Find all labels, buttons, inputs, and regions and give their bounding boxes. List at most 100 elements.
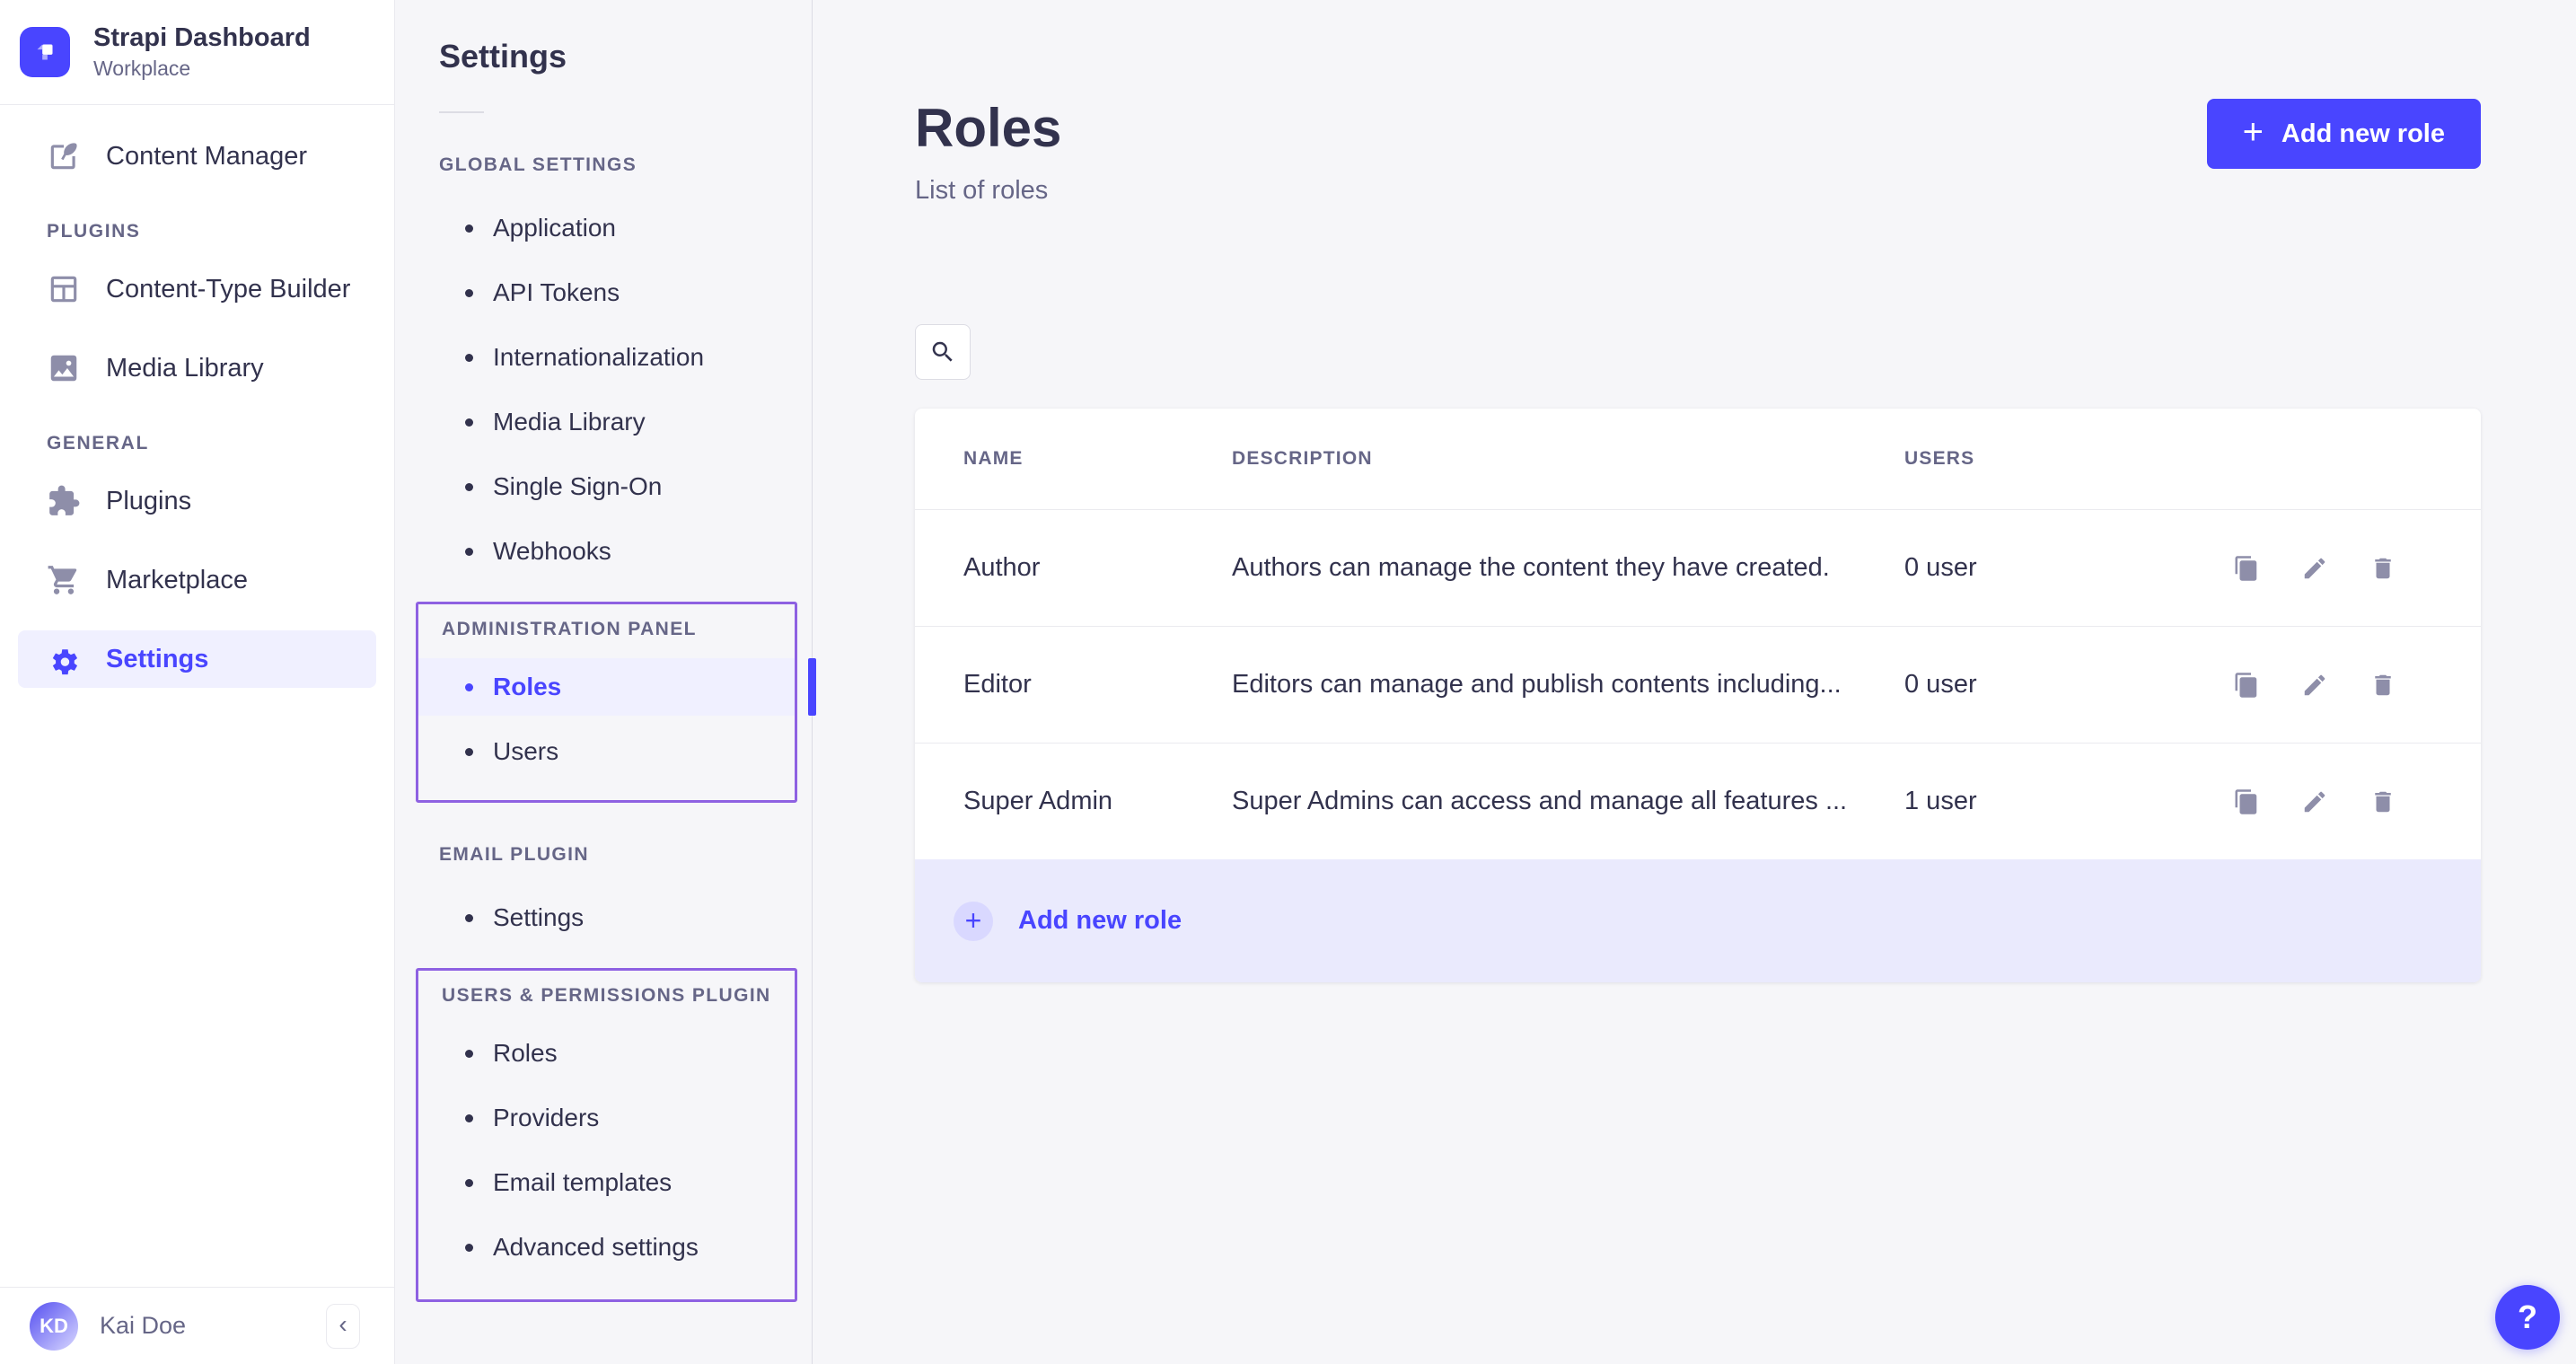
role-description: Authors can manage the content they have… [1232,553,1904,583]
content-manager-icon [47,139,81,173]
subnav-item-application[interactable]: Application [395,199,812,257]
subnav-item-label: Advanced settings [493,1233,699,1262]
subnav-item-label: Webhooks [493,537,611,566]
subnav-item-internationalization[interactable]: Internationalization [395,329,812,386]
edit-pencil-icon[interactable] [2301,555,2328,582]
subnav-item-webhooks[interactable]: Webhooks [395,523,812,580]
subnav-item-label: Internationalization [493,343,704,372]
page-title-block: Roles List of roles [915,99,1061,206]
subnav-item-media-library[interactable]: Media Library [395,393,812,451]
page-title: Roles [915,99,1061,158]
sidebar-item-media-library[interactable]: Media Library [18,339,376,397]
plus-icon: + [2243,114,2264,150]
sidebar-item-label: Content-Type Builder [106,275,350,304]
sidebar-item-content-manager[interactable]: Content Manager [18,128,376,185]
delete-trash-icon[interactable] [2369,672,2396,699]
role-name: Editor [963,670,1232,700]
strapi-logo-icon [20,27,70,77]
subnav-section-label: USERS & PERMISSIONS PLUGIN [442,985,795,1007]
subnav-item-label: Email templates [493,1168,672,1197]
main-content: Roles List of roles + Add new role NAME … [813,0,2576,1364]
bullet-icon [465,289,473,297]
duplicate-icon[interactable] [2233,555,2260,582]
subnav-section-email-plugin: EMAIL PLUGIN Settings [395,844,812,946]
users-permissions-highlight-box: USERS & PERMISSIONS PLUGIN Roles Provide… [416,968,797,1302]
role-users: 0 user [1904,553,2201,583]
user-row: KD Kai Doe ‹ [0,1287,394,1364]
bullet-icon [465,224,473,233]
subnav-item-label: Application [493,214,616,242]
sidebar-item-marketplace[interactable]: Marketplace [18,551,376,609]
delete-trash-icon[interactable] [2369,555,2396,582]
subnav-item-up-roles[interactable]: Roles [418,1025,795,1082]
sidebar-item-label: Settings [106,645,208,674]
search-button[interactable] [915,324,971,380]
bullet-icon [465,683,473,691]
subnav-item-admin-users[interactable]: Users [418,723,795,780]
sidebar-item-label: Marketplace [106,566,248,595]
edit-pencil-icon[interactable] [2301,672,2328,699]
app-title: Strapi Dashboard [93,23,311,53]
chevron-left-icon: ‹ [338,1312,347,1337]
help-button[interactable]: ? [2495,1285,2560,1350]
subnav-item-label: Media Library [493,408,646,436]
bullet-icon [465,354,473,362]
row-actions [2233,672,2432,699]
role-name: Super Admin [963,787,1232,816]
table-row[interactable]: Author Authors can manage the content th… [915,509,2481,626]
add-new-role-button[interactable]: + Add new role [2207,99,2481,169]
subnav-item-single-sign-on[interactable]: Single Sign-On [395,458,812,515]
column-header-name: NAME [963,448,1232,470]
subnav-item-admin-roles[interactable]: Roles [418,658,795,716]
bullet-icon [465,748,473,756]
role-description: Editors can manage and publish contents … [1232,670,1904,700]
question-mark-icon: ? [2518,1298,2537,1336]
column-header-description: DESCRIPTION [1232,448,1904,470]
workspace-brand[interactable]: Strapi Dashboard Workplace [0,0,394,105]
bullet-icon [465,418,473,427]
delete-trash-icon[interactable] [2369,788,2396,815]
sidebar-section-general: GENERAL [47,433,376,454]
subnav-item-up-providers[interactable]: Providers [418,1089,795,1147]
sidebar-item-settings[interactable]: Settings [18,630,376,688]
avatar[interactable]: KD [30,1302,78,1351]
settings-subnav: Settings GLOBAL SETTINGS Application API… [395,0,813,1364]
sidebar-item-label: Media Library [106,354,264,383]
duplicate-icon[interactable] [2233,788,2260,815]
duplicate-icon[interactable] [2233,672,2260,699]
sidebar-item-content-type-builder[interactable]: Content-Type Builder [18,260,376,318]
sidebar-item-plugins[interactable]: Plugins [18,472,376,530]
subnav-section-label: EMAIL PLUGIN [439,844,812,866]
settings-gear-icon [47,642,81,676]
workspace-name: Workplace [93,57,311,81]
footer-add-label: Add new role [1018,906,1182,936]
role-name: Author [963,553,1232,583]
subnav-item-label: Users [493,737,558,766]
role-users: 0 user [1904,670,2201,700]
collapse-sidebar-button[interactable]: ‹ [326,1304,360,1349]
add-new-role-label: Add new role [2281,119,2445,149]
plugins-icon [47,484,81,518]
role-description: Super Admins can access and manage all f… [1232,787,1904,816]
bullet-icon [465,548,473,556]
table-row[interactable]: Super Admin Super Admins can access and … [915,743,2481,859]
media-library-icon [47,351,81,385]
row-actions [2233,788,2432,815]
edit-pencil-icon[interactable] [2301,788,2328,815]
sidebar-item-label: Content Manager [106,142,307,172]
table-row[interactable]: Editor Editors can manage and publish co… [915,626,2481,743]
subnav-item-email-settings[interactable]: Settings [395,889,812,946]
subnav-item-label: Providers [493,1104,599,1132]
subnav-section-label: GLOBAL SETTINGS [439,154,812,176]
subnav-divider [439,111,484,113]
subnav-item-up-email-templates[interactable]: Email templates [418,1154,795,1211]
brand-meta: Strapi Dashboard Workplace [93,23,311,81]
sidebar-item-label: Plugins [106,487,191,516]
subnav-item-up-advanced-settings[interactable]: Advanced settings [418,1219,795,1276]
add-new-role-footer-button[interactable]: + Add new role [915,859,2481,982]
subnav-item-api-tokens[interactable]: API Tokens [395,264,812,321]
subnav-item-label: Roles [493,673,561,701]
user-name: Kai Doe [100,1312,186,1340]
table-header-row: NAME DESCRIPTION USERS [915,409,2481,509]
avatar-initials: KD [40,1315,68,1338]
